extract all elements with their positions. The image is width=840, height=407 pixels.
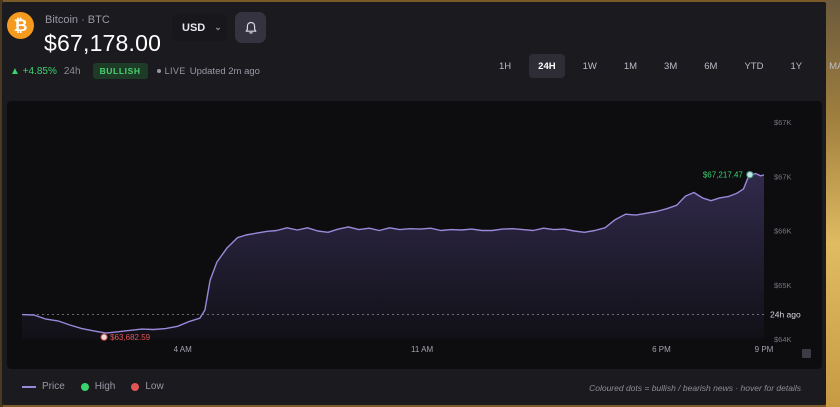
bitcoin-icon: ₿ bbox=[7, 12, 34, 39]
price-area bbox=[22, 173, 764, 339]
price-chart-svg: 24h ago $67K $67K $66K $65K $64K 4 AM 11 AM 6 PM… bbox=[21, 118, 801, 354]
legend-low-swatch bbox=[131, 382, 140, 391]
live-dot-icon bbox=[156, 69, 161, 73]
bell-icon bbox=[245, 21, 256, 34]
price-chart[interactable]: 24h ago $67K $67K $66K $65K $64K 4 AM 11 AM 6 PM… bbox=[7, 101, 822, 369]
change-period: 24h bbox=[63, 65, 81, 77]
currency-select[interactable]: USD ⌄ bbox=[172, 14, 227, 41]
x-tick-label: 6 PM bbox=[652, 345, 671, 354]
tab-24h[interactable]: 24H bbox=[529, 54, 565, 78]
legend-price-swatch bbox=[22, 385, 36, 388]
tab-ytd[interactable]: YTD bbox=[735, 54, 772, 78]
legend-price-label: Price bbox=[42, 381, 65, 392]
currency-value: USD bbox=[182, 21, 206, 34]
timeframe-tabs: 1H 24H 1W 1M 3M 6M YTD 1Y MAX bbox=[490, 54, 840, 78]
tab-1h[interactable]: 1H bbox=[490, 54, 520, 78]
legend-high-swatch bbox=[80, 382, 89, 391]
tab-1m[interactable]: 1M bbox=[615, 54, 646, 78]
y-tick-label: $64K bbox=[774, 335, 792, 344]
sentiment-badge: BULLISH bbox=[92, 63, 148, 79]
low-marker bbox=[100, 333, 108, 341]
low-label: $63,682.59 bbox=[110, 333, 151, 342]
y-tick-label: $65K bbox=[774, 281, 792, 290]
price-widget: ₿ Bitcoin · BTC $67,178.00 USD ⌄ ▲ +4.85… bbox=[2, 2, 840, 405]
last-updated: Updated 2m ago bbox=[189, 65, 260, 77]
y-tick-label: $67K bbox=[774, 118, 792, 127]
legend-low-label: Low bbox=[145, 381, 164, 392]
y-tick-label: $66K bbox=[774, 227, 792, 236]
x-tick-label: 11 AM bbox=[411, 345, 433, 354]
tab-6m[interactable]: 6M bbox=[695, 54, 726, 78]
coin-name: Bitcoin · BTC bbox=[45, 14, 110, 26]
chart-footnote: Coloured dots = bullish / bearish news ·… bbox=[589, 383, 801, 393]
x-tick-label: 4 AM bbox=[174, 345, 193, 354]
chevron-down-icon: ⌄ bbox=[214, 22, 222, 32]
high-label: $67,217.47 bbox=[703, 171, 744, 180]
legend-high-label: High bbox=[94, 381, 116, 392]
expand-icon[interactable] bbox=[802, 349, 811, 358]
tab-1y[interactable]: 1Y bbox=[781, 54, 811, 78]
y-tick-label: $67K bbox=[774, 172, 792, 181]
price-stats: ▲ +4.85% 24h BULLISH LIVE Updated 2m ago bbox=[10, 63, 260, 79]
x-tick-label: 9 PM bbox=[755, 345, 774, 354]
tab-1w[interactable]: 1W bbox=[574, 54, 606, 78]
current-price: $67,178.00 bbox=[44, 30, 162, 56]
tab-3m[interactable]: 3M bbox=[655, 54, 686, 78]
high-marker bbox=[746, 170, 754, 179]
live-indicator: LIVE bbox=[164, 66, 186, 76]
price-change: ▲ +4.85% bbox=[10, 65, 57, 77]
reference-label: 24h ago bbox=[770, 310, 801, 320]
alert-button[interactable] bbox=[235, 12, 266, 43]
tab-max[interactable]: MAX bbox=[820, 54, 840, 78]
chart-legend: Price High Low bbox=[22, 381, 164, 392]
